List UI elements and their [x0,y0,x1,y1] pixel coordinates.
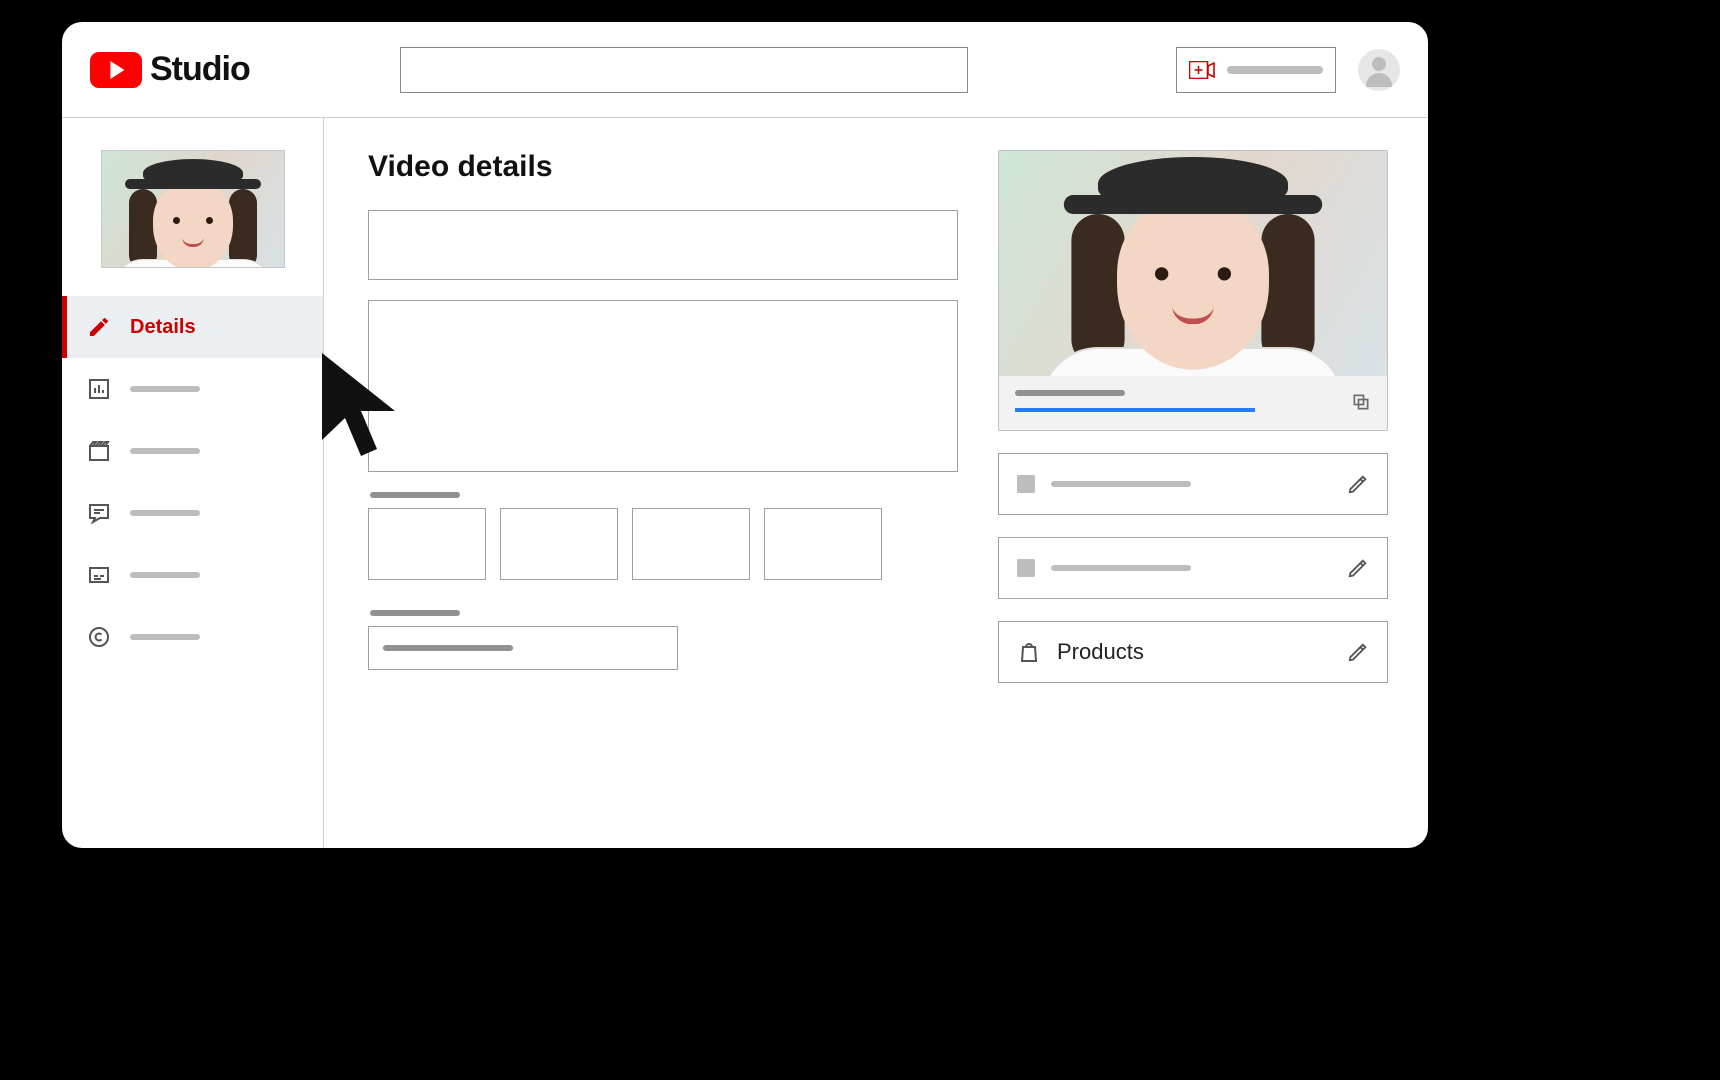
bar-chart-icon [86,376,112,402]
sidebar-item-label [130,572,200,578]
side-panel-row[interactable] [998,453,1388,515]
create-button[interactable] [1176,47,1336,93]
row-label [1051,481,1191,487]
main-content: Video details [324,118,1428,848]
thumbnails-label [370,492,460,498]
comment-icon [86,500,112,526]
generic-icon [1017,559,1035,577]
edit-icon[interactable] [1347,557,1369,579]
edit-icon[interactable] [1347,641,1369,663]
sidebar-item-copyright[interactable] [62,606,323,668]
sidebar-item-comments[interactable] [62,482,323,544]
sidebar-item-analytics[interactable] [62,358,323,420]
logo[interactable]: Studio [90,50,250,89]
app-window: Studio [60,20,1430,850]
video-url[interactable] [1015,408,1255,412]
account-avatar[interactable] [1358,49,1400,91]
sidebar-item-label [130,386,200,392]
shopping-bag-icon [1017,640,1041,664]
row-label: Products [1057,639,1144,665]
thumbnail-option[interactable] [500,508,618,580]
video-thumbnail-small[interactable] [101,150,285,268]
side-panel-row[interactable] [998,537,1388,599]
youtube-icon [90,52,142,88]
sidebar: Details [62,118,324,848]
playlist-select[interactable] [368,626,678,670]
pencil-icon [86,314,112,340]
thumbnail-option[interactable] [632,508,750,580]
subtitles-icon [86,562,112,588]
brand-name: Studio [150,50,250,89]
create-button-label [1227,66,1323,74]
header: Studio [62,22,1428,118]
sidebar-item-label [130,510,200,516]
sidebar-item-label [130,634,200,640]
generic-icon [1017,475,1035,493]
create-video-icon [1189,61,1215,79]
video-preview-card [998,150,1388,431]
title-input[interactable] [368,210,958,280]
sidebar-item-details[interactable]: Details [62,296,323,358]
copyright-icon [86,624,112,650]
thumbnail-option[interactable] [368,508,486,580]
playlist-label [370,610,460,616]
clapperboard-icon [86,438,112,464]
edit-icon[interactable] [1347,473,1369,495]
description-input[interactable] [368,300,958,472]
video-preview[interactable] [999,151,1387,376]
video-link-label [1015,390,1125,396]
page-title: Video details [368,150,958,184]
search-input[interactable] [400,47,968,93]
sidebar-item-subtitles[interactable] [62,544,323,606]
sidebar-item-label [130,448,200,454]
copy-icon[interactable] [1351,392,1371,412]
thumbnail-options [368,508,958,580]
sidebar-item-label: Details [130,316,196,339]
row-label [1051,565,1191,571]
playlist-value [383,645,513,651]
thumbnail-option[interactable] [764,508,882,580]
sidebar-item-editor[interactable] [62,420,323,482]
side-panel-row-products[interactable]: Products [998,621,1388,683]
